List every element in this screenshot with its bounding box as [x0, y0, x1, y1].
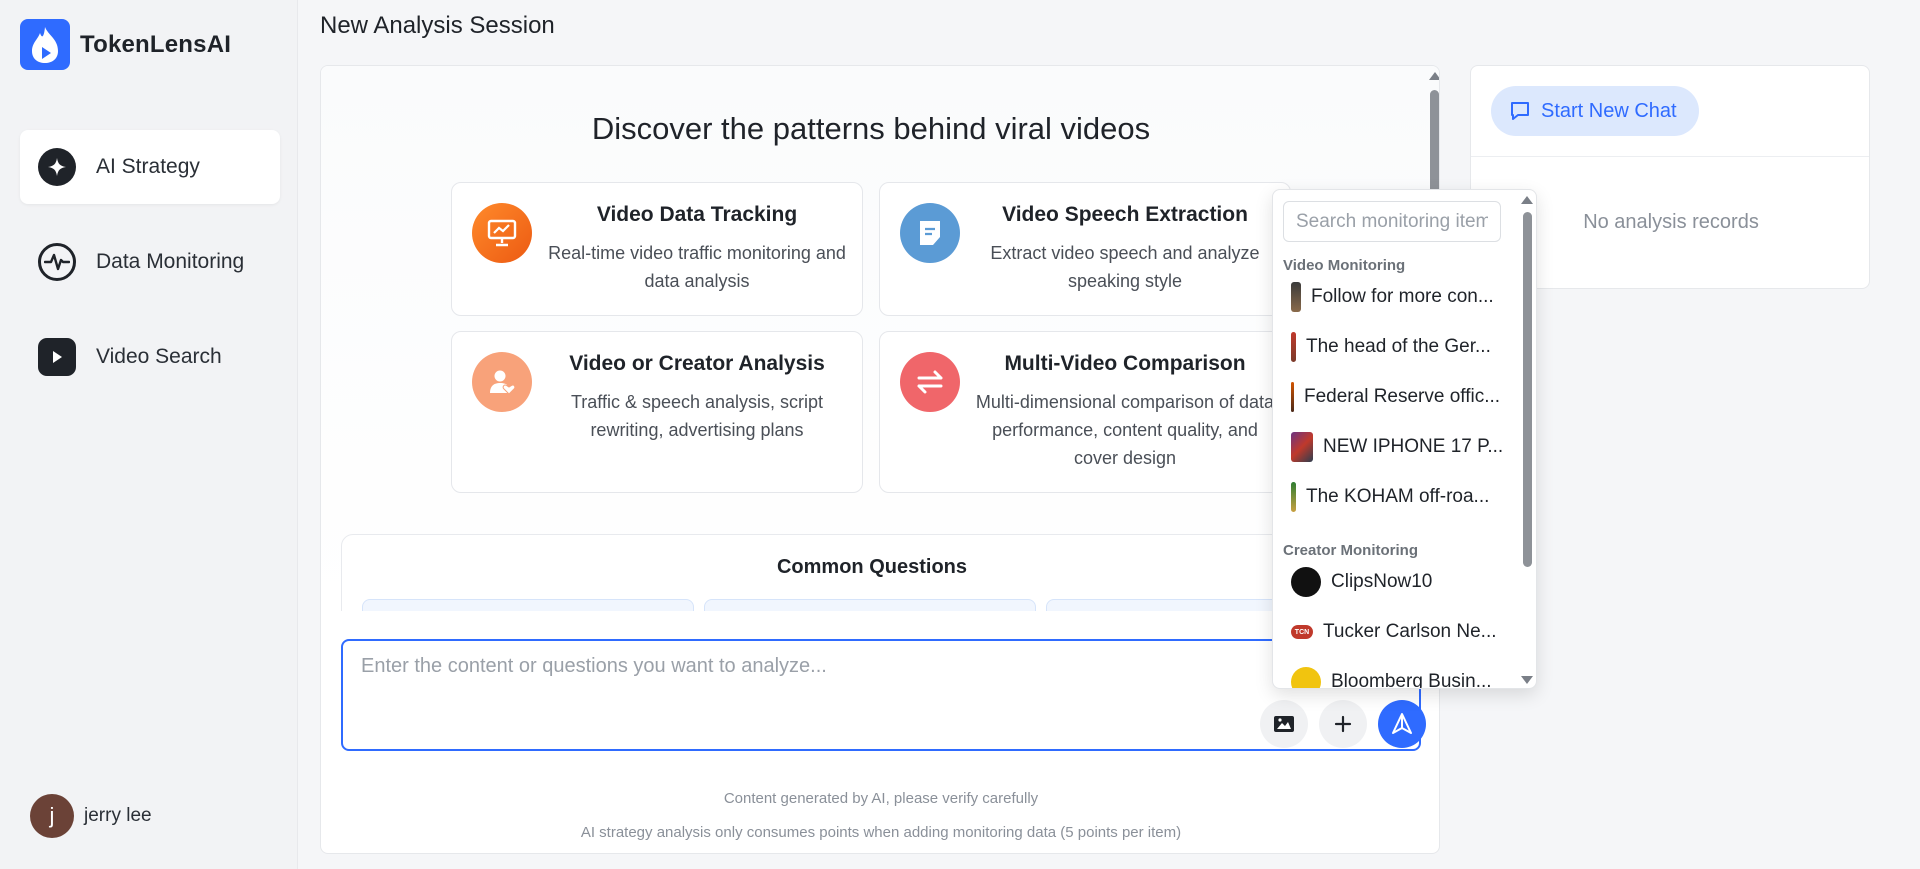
scroll-up-arrow-icon[interactable] [1429, 72, 1439, 80]
chart-board-icon [472, 203, 532, 263]
user-heart-icon [472, 352, 532, 412]
sidebar-item-label: Data Monitoring [96, 250, 245, 273]
flame-play-logo-icon [20, 19, 70, 70]
plus-icon [1334, 715, 1352, 733]
add-monitoring-button[interactable] [1319, 700, 1367, 748]
creator-monitoring-item[interactable]: ClipsNow10 [1283, 560, 1507, 604]
monitoring-search-input[interactable] [1283, 201, 1501, 242]
question-chip[interactable] [704, 599, 1036, 611]
video-monitoring-item[interactable]: Federal Reserve offic... [1283, 375, 1507, 419]
ai-disclaimer: Content generated by AI, please verify c… [723, 790, 1039, 807]
item-label: The KOHAM off-roa... [1306, 486, 1490, 507]
feature-card-video-creator-analysis[interactable]: Video or Creator Analysis Traffic & spee… [451, 331, 863, 493]
sidebar: TokenLensAI AI Strategy Data Monitoring … [0, 0, 298, 869]
feature-card-multi-video-comparison[interactable]: Multi-Video Comparison Multi-dimensional… [879, 331, 1291, 493]
item-label: Tucker Carlson Ne... [1323, 621, 1497, 642]
play-icon [38, 338, 76, 376]
send-arrow-icon [1392, 713, 1412, 734]
card-title: Video Data Tracking [596, 203, 798, 226]
scroll-down-arrow-icon[interactable] [1521, 676, 1533, 684]
chat-bubble-icon [1511, 102, 1529, 120]
video-monitoring-item[interactable]: Follow for more con... [1283, 275, 1507, 319]
feature-card-video-speech-extraction[interactable]: Video Speech Extraction Extract video sp… [879, 182, 1291, 316]
card-title: Video or Creator Analysis [569, 352, 825, 375]
video-monitoring-item[interactable]: The KOHAM off-roa... [1283, 475, 1507, 519]
video-thumbnail [1291, 482, 1296, 512]
card-description: Extract video speech and analyze speakin… [990, 243, 1260, 291]
video-monitoring-item[interactable]: The head of the Ger... [1283, 325, 1507, 369]
video-thumbnail [1291, 332, 1296, 362]
pulse-icon [38, 243, 76, 281]
brand-name: TokenLensAI [80, 30, 232, 58]
creator-monitoring-item[interactable]: TCN Tucker Carlson Ne... [1283, 610, 1507, 654]
creator-avatar [1291, 567, 1321, 597]
card-description: Multi-dimensional comparison of data per… [975, 392, 1275, 468]
scroll-up-arrow-icon[interactable] [1521, 196, 1533, 204]
start-new-chat-button[interactable]: Start New Chat [1491, 86, 1699, 136]
page-title: New Analysis Session [320, 12, 555, 39]
card-description: Real-time video traffic monitoring and d… [548, 243, 846, 291]
item-label: Bloomberg Busin... [1331, 671, 1492, 689]
video-thumbnail [1291, 382, 1294, 412]
creator-logo-text: TCN [1294, 628, 1310, 636]
start-new-chat-label: Start New Chat [1541, 99, 1677, 122]
item-label: NEW IPHONE 17 P... [1323, 436, 1504, 457]
item-label: The head of the Ger... [1306, 336, 1491, 357]
sidebar-item-label: Video Search [96, 345, 222, 368]
creator-avatar: TCN [1291, 625, 1313, 639]
card-description: Traffic & speech analysis, script rewrit… [570, 392, 824, 440]
item-label: Federal Reserve offic... [1304, 386, 1501, 407]
image-icon [1274, 716, 1294, 732]
item-label: Follow for more con... [1311, 286, 1494, 307]
common-questions: Common Questions [341, 534, 1401, 611]
sparkle-icon [38, 148, 76, 186]
user-profile[interactable]: j jerry lee [30, 794, 152, 838]
video-monitoring-item[interactable]: NEW IPHONE 17 P... [1283, 425, 1507, 469]
monitoring-dropdown: Video Monitoring Follow for more con... … [1272, 189, 1537, 689]
upload-image-button[interactable] [1260, 700, 1308, 748]
card-title: Multi-Video Comparison [1004, 352, 1246, 375]
composer [341, 639, 1426, 751]
dropdown-scrollbar[interactable] [1520, 190, 1534, 688]
item-label: ClipsNow10 [1331, 571, 1433, 592]
group-label-creator-monitoring: Creator Monitoring [1283, 542, 1418, 559]
avatar: j [30, 794, 74, 838]
document-icon [900, 203, 960, 263]
points-notice: AI strategy analysis only consumes point… [580, 824, 1182, 841]
video-thumbnail [1291, 432, 1313, 462]
sidebar-item-video-search[interactable]: Video Search [20, 320, 280, 394]
swap-icon [900, 352, 960, 412]
composer-input[interactable] [361, 655, 1121, 695]
group-label-video-monitoring: Video Monitoring [1283, 257, 1406, 274]
scrollbar-thumb[interactable] [1523, 212, 1532, 567]
user-name: jerry lee [84, 805, 152, 826]
sidebar-item-label: AI Strategy [96, 155, 200, 178]
question-chip[interactable] [362, 599, 694, 611]
creator-monitoring-item[interactable]: Bloomberg Busin... [1283, 660, 1507, 689]
send-button[interactable] [1378, 700, 1426, 748]
sidebar-item-data-monitoring[interactable]: Data Monitoring [20, 225, 280, 299]
common-questions-title: Common Questions [776, 556, 967, 578]
creator-avatar [1291, 667, 1321, 688]
divider [1471, 156, 1869, 157]
card-title: Video Speech Extraction [1002, 203, 1248, 226]
sidebar-item-ai-strategy[interactable]: AI Strategy [20, 130, 280, 204]
hero-title: Discover the patterns behind viral video… [591, 111, 1151, 146]
video-thumbnail [1291, 282, 1301, 312]
feature-card-video-data-tracking[interactable]: Video Data Tracking Real-time video traf… [451, 182, 863, 316]
brand[interactable]: TokenLensAI [20, 19, 231, 70]
